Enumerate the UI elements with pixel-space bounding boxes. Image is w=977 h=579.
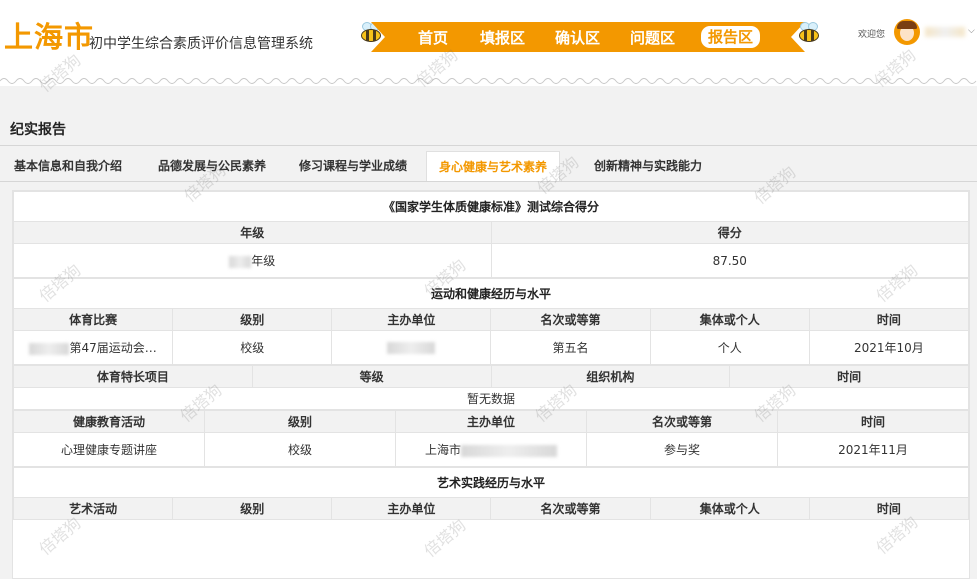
city-logo: 上海市 <box>4 20 95 54</box>
welcome-text: 欢迎您 <box>858 30 886 40</box>
section-title: 艺术实践经历与水平 <box>13 467 969 498</box>
organizer-cell <box>331 330 492 365</box>
table-header: 时间 <box>808 308 969 331</box>
tab-morality[interactable]: 品德发展与公民素养 <box>158 151 266 181</box>
table-header: 时间 <box>808 497 969 520</box>
place-cell: 第五名 <box>490 330 651 365</box>
nav-issues[interactable]: 问题区 <box>630 27 675 48</box>
table-header: 健康教育活动 <box>13 410 205 433</box>
table-header: 集体或个人 <box>649 497 810 520</box>
table-row: 第47届运动会… 校级 第五名 个人 2021年10月 <box>13 330 969 365</box>
tab-health-arts[interactable]: 身心健康与艺术素养 <box>426 151 561 181</box>
no-data-text: 暂无数据 <box>13 387 969 410</box>
table-header: 名次或等第 <box>586 410 778 433</box>
report-table-container: 《国家学生体质健康标准》测试综合得分 年级 得分 年级 87.50 运动和健康经… <box>12 190 970 579</box>
time-cell: 2021年10月 <box>808 330 969 365</box>
table-header: 艺术活动 <box>13 497 174 520</box>
nav-report[interactable]: 报告区 <box>701 26 761 48</box>
table-header: 时间 <box>729 365 969 388</box>
table-header: 集体或个人 <box>649 308 810 331</box>
level-cell: 校级 <box>204 432 396 467</box>
type-cell: 个人 <box>649 330 810 365</box>
divider <box>0 181 977 182</box>
specialty-table: 体育特长项目 等级 组织机构 时间 暂无数据 <box>13 365 969 410</box>
table-header: 体育特长项目 <box>13 365 253 388</box>
health-table: 健康教育活动 级别 主办单位 名次或等第 时间 心理健康专题讲座 校级 上海市 … <box>13 410 969 467</box>
wave-divider <box>0 78 977 84</box>
chevron-down-icon[interactable]: ⌵ <box>968 26 975 36</box>
section-title: 运动和健康经历与水平 <box>13 278 969 309</box>
section-title: 《国家学生体质健康标准》测试综合得分 <box>13 191 969 222</box>
page-title: 纪实报告 <box>10 122 66 138</box>
header: 上海市 初中学生综合素质评价信息管理系统 首页 填报区 确认区 问题区 报告区 … <box>0 0 977 84</box>
table-row: 心理健康专题讲座 校级 上海市 参与奖 2021年11月 <box>13 432 969 467</box>
table-header: 级别 <box>204 410 396 433</box>
table-row: 年级 87.50 <box>13 243 969 278</box>
table-header: 主办单位 <box>331 497 492 520</box>
redacted-text <box>387 342 436 354</box>
redacted-text <box>461 444 557 457</box>
competition-name-cell: 第47届运动会… <box>13 330 174 365</box>
table-header: 名次或等第 <box>490 308 651 331</box>
table-header: 组织机构 <box>490 365 731 388</box>
tab-courses[interactable]: 修习课程与学业成绩 <box>299 151 407 181</box>
table-header: 年级 <box>13 221 492 244</box>
tab-bar: 基本信息和自我介绍 品德发展与公民素养 修习课程与学业成绩 身心健康与艺术素养 … <box>0 151 977 181</box>
sports-table: 运动和健康经历与水平 体育比赛 级别 主办单位 名次或等第 集体或个人 时间 第… <box>13 278 969 365</box>
nav-confirm[interactable]: 确认区 <box>555 27 600 48</box>
place-cell: 参与奖 <box>586 432 778 467</box>
time-cell: 2021年11月 <box>777 432 969 467</box>
divider <box>0 145 977 146</box>
table-header: 主办单位 <box>395 410 587 433</box>
system-name: 初中学生综合素质评价信息管理系统 <box>89 36 313 52</box>
username-redacted <box>925 27 965 37</box>
table-header: 时间 <box>777 410 969 433</box>
redacted-text <box>229 255 252 268</box>
art-table: 艺术实践经历与水平 艺术活动 级别 主办单位 名次或等第 集体或个人 时间 <box>13 467 969 520</box>
redacted-text <box>29 342 70 355</box>
grade-cell: 年级 <box>13 243 492 278</box>
table-header: 级别 <box>172 497 333 520</box>
activity-cell: 心理健康专题讲座 <box>13 432 205 467</box>
tab-basic-info[interactable]: 基本信息和自我介绍 <box>14 151 122 181</box>
table-header: 名次或等第 <box>490 497 651 520</box>
table-header: 主办单位 <box>331 308 492 331</box>
nav-fill[interactable]: 填报区 <box>480 27 525 48</box>
table-header: 得分 <box>490 221 969 244</box>
organizer-cell: 上海市 <box>395 432 587 467</box>
tab-innovation[interactable]: 创新精神与实践能力 <box>594 151 702 181</box>
avatar[interactable] <box>894 19 920 45</box>
bee-icon <box>793 20 823 46</box>
table-header: 级别 <box>172 308 333 331</box>
fitness-table: 《国家学生体质健康标准》测试综合得分 年级 得分 年级 87.50 <box>13 191 969 278</box>
level-cell: 校级 <box>172 330 333 365</box>
table-header: 等级 <box>251 365 492 388</box>
score-cell: 87.50 <box>490 243 969 278</box>
table-header: 体育比赛 <box>13 308 174 331</box>
main-nav: 首页 填报区 确认区 问题区 报告区 <box>371 22 805 52</box>
nav-home[interactable]: 首页 <box>418 27 448 48</box>
